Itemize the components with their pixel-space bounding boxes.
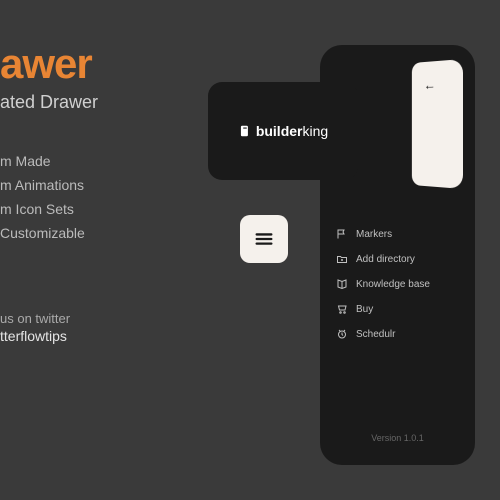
drawer-item-directory[interactable]: Add directory bbox=[336, 253, 459, 265]
feature-item: m Icon Sets bbox=[0, 201, 170, 217]
brand-name-2: king bbox=[302, 123, 328, 139]
version-text: Version 1.0.1 bbox=[320, 433, 475, 443]
folder-icon bbox=[336, 253, 348, 265]
brand-name-1: builder bbox=[256, 123, 303, 139]
hero-title: awer bbox=[0, 40, 170, 88]
social-label: us on twitter bbox=[0, 311, 170, 326]
drawer-item-buy[interactable]: Buy bbox=[336, 303, 459, 315]
feature-list: m Made m Animations m Icon Sets Customiz… bbox=[0, 153, 170, 241]
drawer-item-label: Buy bbox=[356, 304, 373, 315]
hamburger-button[interactable] bbox=[240, 215, 288, 263]
hamburger-icon bbox=[253, 228, 275, 250]
drawer-item-label: Knowledge base bbox=[356, 279, 430, 290]
brand-card: builderking bbox=[208, 82, 358, 180]
flag-icon bbox=[336, 228, 348, 240]
drawer-item-scheduler[interactable]: Schedulr bbox=[336, 328, 459, 340]
cart-icon bbox=[336, 303, 348, 315]
feature-item: m Made bbox=[0, 153, 170, 169]
hero-subtitle: ated Drawer bbox=[0, 92, 170, 113]
feature-item: Customizable bbox=[0, 225, 170, 241]
arrow-left-icon: ← bbox=[424, 77, 436, 93]
brand-icon bbox=[238, 124, 252, 138]
clock-icon bbox=[336, 328, 348, 340]
drawer-item-label: Markers bbox=[356, 229, 392, 240]
book-icon bbox=[336, 278, 348, 290]
drawer-menu: Markers Add directory Knowledge base Buy… bbox=[336, 215, 459, 353]
drawer-item-label: Schedulr bbox=[356, 329, 395, 340]
drawer-door[interactable]: ← bbox=[412, 59, 463, 189]
drawer-item-label: Add directory bbox=[356, 254, 415, 265]
social-handle[interactable]: tterflowtips bbox=[0, 328, 170, 344]
drawer-item-markers[interactable]: Markers bbox=[336, 228, 459, 240]
social-block: us on twitter tterflowtips bbox=[0, 311, 170, 344]
drawer-item-knowledge[interactable]: Knowledge base bbox=[336, 278, 459, 290]
feature-item: m Animations bbox=[0, 177, 170, 193]
